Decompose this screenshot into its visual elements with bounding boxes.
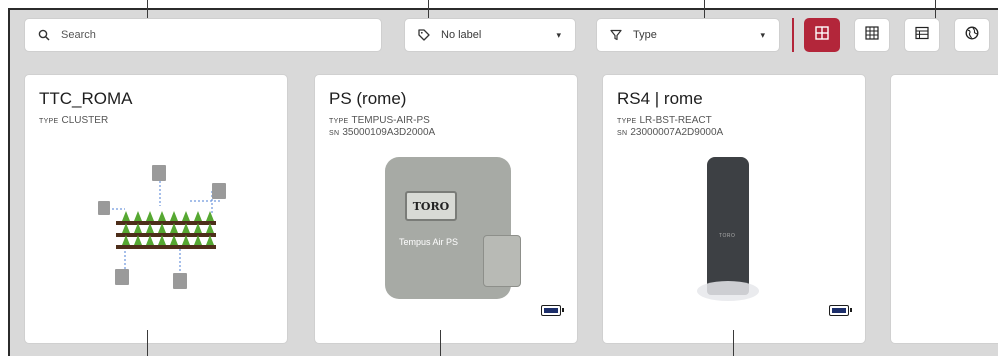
search-icon [37,28,51,42]
device-card[interactable]: RS4 | rome TYPE LR-BST-REACT SN 23000007A2… [602,74,866,344]
card-serial: SN 23000007A2D9000A [617,127,724,138]
large-grid-icon [815,25,829,45]
tempus-air-ps-image: TORO Tempus Air PS [385,157,521,299]
view-small-grid-button[interactable] [854,18,890,52]
small-grid-icon [865,25,879,45]
card-title: TTC_ROMA [39,89,133,108]
battery-icon [541,305,564,316]
view-map-button[interactable] [954,18,990,52]
view-list-button[interactable] [904,18,940,52]
card-type: TYPE TEMPUS-AIR-PS [329,115,430,126]
label-filter-value: No label [441,29,482,41]
card-title: PS (rome) [329,89,407,108]
card-title: RS4 | rome [617,89,703,108]
globe-icon [965,26,979,45]
view-large-grid-button[interactable] [804,18,840,52]
search-box[interactable] [24,18,382,52]
tag-icon [417,28,431,42]
card-type: TYPE LR-BST-REACT [617,115,712,126]
label-filter-dropdown[interactable]: No label ▾ [404,18,576,52]
filter-icon [609,28,623,42]
callout-line [440,330,441,356]
card-serial: SN 35000109A3D2000A [329,127,436,138]
chevron-down-icon: ▾ [556,30,561,40]
battery-icon [829,305,852,316]
card-type: TYPE CLUSTER [39,115,109,126]
callout-line [733,330,734,356]
device-card[interactable]: TTC_ROMA TYPE CLUSTER [24,74,288,344]
type-filter-value: Type [633,29,657,41]
toolbar-divider [792,18,794,52]
type-filter-dropdown[interactable]: Type ▾ [596,18,780,52]
callout-line [147,330,148,356]
cluster-diagram-image [80,161,230,296]
device-card[interactable]: PS (rome) TYPE TEMPUS-AIR-PS SN 35000109A3… [314,74,578,344]
list-table-icon [915,26,929,45]
lr-bst-react-sensor-image: TORO [707,157,749,295]
device-card[interactable] [890,74,998,344]
search-input[interactable] [61,29,361,41]
chevron-down-icon: ▾ [760,30,765,40]
